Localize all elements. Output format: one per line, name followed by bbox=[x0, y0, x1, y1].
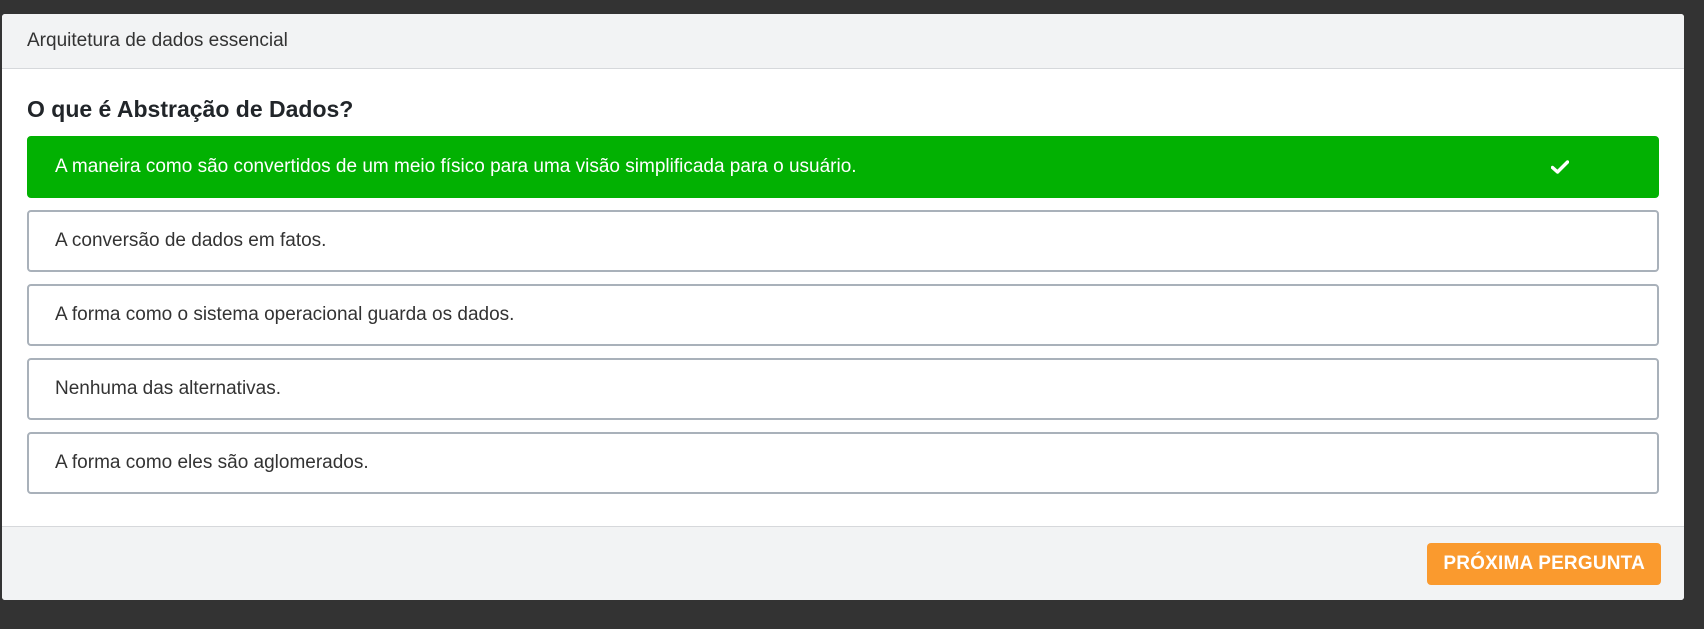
answer-option-label: A maneira como são convertidos de um mei… bbox=[55, 156, 857, 177]
answer-option-3[interactable]: A forma como o sistema operacional guard… bbox=[27, 284, 1659, 346]
answer-option-2[interactable]: A conversão de dados em fatos. bbox=[27, 210, 1659, 272]
answer-option-5[interactable]: A forma como eles são aglomerados. bbox=[27, 432, 1659, 494]
answer-option-label: A forma como eles são aglomerados. bbox=[55, 452, 369, 473]
answer-option-label: A forma como o sistema operacional guard… bbox=[55, 304, 515, 325]
card-footer: PRÓXIMA PERGUNTA bbox=[2, 526, 1684, 600]
answer-option-label: Nenhuma das alternativas. bbox=[55, 378, 282, 399]
next-question-button[interactable]: PRÓXIMA PERGUNTA bbox=[1427, 543, 1661, 585]
answer-option-4[interactable]: Nenhuma das alternativas. bbox=[27, 358, 1659, 420]
check-icon bbox=[1550, 157, 1570, 177]
card-header: Arquitetura de dados essencial bbox=[2, 14, 1684, 69]
answer-option-1[interactable]: A maneira como são convertidos de um mei… bbox=[27, 136, 1659, 198]
course-title: Arquitetura de dados essencial bbox=[27, 30, 288, 51]
card-body: O que é Abstração de Dados? A maneira co… bbox=[2, 69, 1684, 540]
question-title: O que é Abstração de Dados? bbox=[27, 96, 354, 122]
quiz-card: Arquitetura de dados essencial O que é A… bbox=[2, 14, 1684, 600]
answer-option-label: A conversão de dados em fatos. bbox=[55, 230, 327, 251]
